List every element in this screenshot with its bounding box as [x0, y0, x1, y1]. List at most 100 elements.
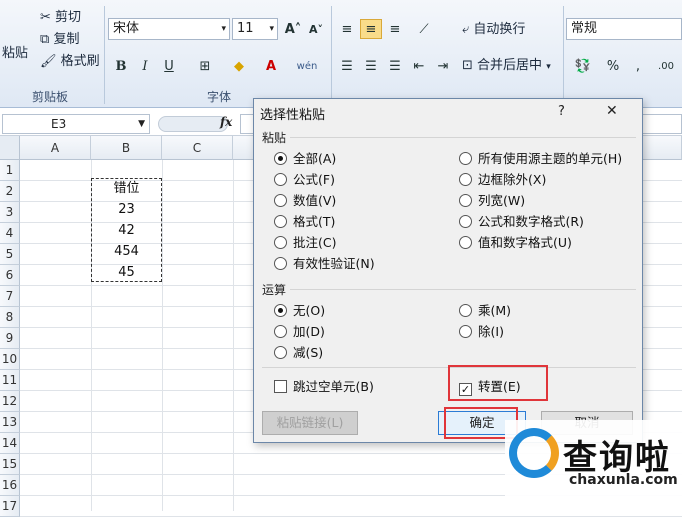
align-middle-icon[interactable]: ≡	[360, 19, 382, 39]
cell-b3[interactable]: 23	[91, 199, 162, 220]
name-box[interactable]: E3 ▼	[2, 114, 150, 134]
select-all-corner[interactable]	[0, 136, 20, 160]
chevron-down-icon: ▾	[221, 24, 226, 34]
row-header[interactable]: 10	[0, 349, 20, 370]
copy-button[interactable]: ⧉ 复制	[40, 30, 79, 50]
row-header[interactable]: 4	[0, 223, 20, 244]
row-header[interactable]: 12	[0, 391, 20, 412]
row-header[interactable]: 2	[0, 181, 20, 202]
row-header[interactable]: 3	[0, 202, 20, 223]
row-header[interactable]: 6	[0, 265, 20, 286]
radio-icon	[459, 304, 472, 317]
currency-icon[interactable]: 💱	[568, 56, 598, 76]
cell-b4[interactable]: 42	[91, 220, 162, 241]
row-header[interactable]: 8	[0, 307, 20, 328]
radio-paste-source-theme[interactable]: 所有使用源主题的单元(H)	[459, 151, 622, 167]
watermark: 查询啦 chaxunla.com	[505, 420, 682, 511]
brush-icon: 🖌	[40, 54, 57, 69]
radio-op-none[interactable]: 无(O)	[274, 303, 325, 319]
bold-button[interactable]: B	[110, 56, 132, 76]
radio-icon	[274, 304, 287, 317]
merge-center-button[interactable]: ⊡ 合并后居中 ▾	[462, 56, 551, 77]
skip-blanks-checkbox[interactable]: 跳过空单元(B)	[274, 379, 374, 395]
insert-function-button[interactable]: fx	[220, 115, 232, 129]
copy-label: 复制	[53, 32, 80, 47]
radio-paste-formats[interactable]: 格式(T)	[274, 214, 335, 230]
orientation-icon[interactable]: ⟋	[410, 19, 438, 39]
row-header[interactable]: 11	[0, 370, 20, 391]
merge-icon: ⊡	[462, 58, 473, 73]
option-label: 数值(V)	[293, 193, 337, 208]
radio-icon	[459, 236, 472, 249]
radio-op-add[interactable]: 加(D)	[274, 324, 325, 340]
help-button[interactable]: ?	[558, 104, 565, 119]
align-bottom-icon[interactable]: ≡	[384, 19, 406, 39]
radio-paste-values[interactable]: 数值(V)	[274, 193, 336, 209]
paste-button[interactable]: 粘贴	[2, 44, 28, 64]
phonetic-icon[interactable]: wén	[294, 56, 320, 76]
cell-b2[interactable]: 错位	[91, 178, 162, 199]
radio-paste-comments[interactable]: 批注(C)	[274, 235, 336, 251]
cut-button[interactable]: ✂ 剪切	[40, 8, 81, 28]
font-size-select[interactable]: 11 ▾	[232, 18, 278, 40]
radio-op-subtract[interactable]: 减(S)	[274, 345, 323, 361]
increase-decimal-icon[interactable]: .00	[652, 56, 680, 76]
align-top-icon[interactable]: ≡	[336, 19, 358, 39]
wrap-text-button[interactable]: ⤶ 自动换行	[462, 20, 525, 40]
fill-color-icon[interactable]: ◆	[226, 56, 252, 76]
row-header[interactable]: 7	[0, 286, 20, 307]
column-header-c[interactable]: C	[162, 136, 233, 160]
wrap-label: 自动换行	[473, 22, 526, 37]
radio-icon	[274, 152, 287, 165]
radio-paste-validation[interactable]: 有效性验证(N)	[274, 256, 375, 272]
highlight-transpose	[448, 365, 548, 401]
radio-paste-formulas-numbers[interactable]: 公式和数字格式(R)	[459, 214, 584, 230]
radio-paste-no-borders[interactable]: 边框除外(X)	[459, 172, 546, 188]
row-header[interactable]: 17	[0, 496, 20, 517]
underline-button[interactable]: U	[158, 56, 180, 76]
close-button[interactable]: ✕	[606, 103, 618, 119]
row-header[interactable]: 14	[0, 433, 20, 454]
option-label: 值和数字格式(U)	[478, 235, 572, 250]
radio-icon	[459, 215, 472, 228]
increase-indent-icon[interactable]: ⇥	[432, 56, 454, 76]
dialog-title: 选择性粘贴	[260, 108, 326, 123]
align-left-icon[interactable]: ☰	[336, 56, 358, 76]
radio-paste-values-numbers[interactable]: 值和数字格式(U)	[459, 235, 572, 251]
grow-font-icon[interactable]: A˄	[282, 19, 304, 39]
italic-button[interactable]: I	[134, 56, 156, 76]
comma-icon[interactable]: ,	[628, 56, 648, 76]
percent-button[interactable]: %	[603, 56, 623, 76]
radio-paste-formulas[interactable]: 公式(F)	[274, 172, 335, 188]
font-name-value: 宋体	[113, 21, 140, 36]
radio-op-divide[interactable]: 除(I)	[459, 324, 504, 340]
radio-paste-all[interactable]: 全部(A)	[274, 151, 336, 167]
clipboard-group-label: 剪贴板	[31, 90, 68, 104]
radio-icon	[274, 173, 287, 186]
row-header[interactable]: 13	[0, 412, 20, 433]
decrease-indent-icon[interactable]: ⇤	[408, 56, 430, 76]
row-header[interactable]: 1	[0, 160, 20, 181]
formula-bar-handle[interactable]	[158, 116, 228, 132]
paste-link-button[interactable]: 粘贴链接(L)	[262, 411, 358, 435]
font-color-icon[interactable]: A	[258, 56, 284, 76]
format-painter-button[interactable]: 🖌 格式刷	[40, 52, 100, 72]
column-header-b[interactable]: B	[91, 136, 162, 160]
number-format-select[interactable]: 常规	[566, 18, 682, 40]
font-name-select[interactable]: 宋体 ▾	[108, 18, 230, 40]
number-format-value: 常规	[571, 21, 598, 36]
cell-b6[interactable]: 45	[91, 262, 162, 283]
cut-label: 剪切	[55, 10, 82, 25]
row-header[interactable]: 15	[0, 454, 20, 475]
align-center-icon[interactable]: ☰	[360, 56, 382, 76]
row-header[interactable]: 5	[0, 244, 20, 265]
cell-b5[interactable]: 454	[91, 241, 162, 262]
align-right-icon[interactable]: ☰	[384, 56, 406, 76]
column-header-a[interactable]: A	[20, 136, 91, 160]
shrink-font-icon[interactable]: A˅	[305, 19, 327, 39]
radio-paste-column-widths[interactable]: 列宽(W)	[459, 193, 525, 209]
radio-op-multiply[interactable]: 乘(M)	[459, 303, 511, 319]
border-icon[interactable]: ⊞	[192, 56, 218, 76]
row-header[interactable]: 9	[0, 328, 20, 349]
row-header[interactable]: 16	[0, 475, 20, 496]
